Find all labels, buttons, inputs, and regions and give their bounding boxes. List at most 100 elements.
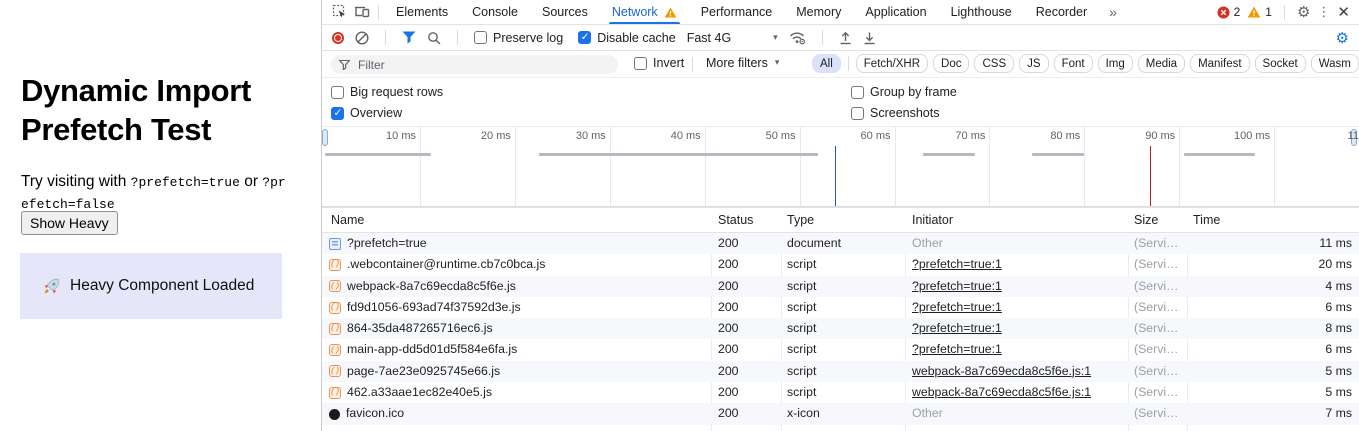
warning-icon — [664, 7, 677, 18]
initiator-link[interactable]: ?prefetch=true:1 — [912, 257, 1002, 271]
big-request-rows-checkbox[interactable]: Big request rows — [331, 85, 443, 99]
network-request-row[interactable]: ?prefetch=true 200 document Other (Servi… — [322, 233, 1359, 254]
cell-status: 200 — [718, 318, 776, 339]
initiator-link[interactable]: ?prefetch=true:1 — [912, 321, 1002, 335]
import-har-icon[interactable] — [839, 31, 852, 45]
cell-name: webpack-8a7c69ecda8c5f6e.js — [329, 276, 704, 297]
checkbox[interactable] — [851, 86, 864, 99]
checkbox[interactable] — [331, 86, 344, 99]
filter-chip-socket[interactable]: Socket — [1255, 54, 1306, 73]
device-toolbar-icon[interactable] — [351, 2, 373, 22]
page-title: Dynamic Import Prefetch Test — [21, 71, 293, 149]
checkbox[interactable] — [851, 107, 864, 120]
network-settings-gear-icon[interactable]: ⚙ — [1336, 29, 1349, 47]
export-har-icon[interactable] — [863, 31, 876, 45]
cell-time: 11 ms — [1182, 233, 1352, 254]
column-header-size[interactable]: Size — [1134, 208, 1158, 233]
record-network-log-button[interactable] — [332, 32, 344, 44]
checkbox[interactable] — [634, 57, 647, 70]
filter-chip-fetch-xhr[interactable]: Fetch/XHR — [856, 54, 928, 73]
throttling-select[interactable]: Fast 4G ▾ — [687, 31, 778, 45]
column-header-time[interactable]: Time — [1193, 208, 1220, 233]
tab-console[interactable]: Console — [460, 0, 530, 24]
divider — [848, 56, 849, 71]
clear-network-log-icon[interactable] — [355, 31, 369, 45]
group-by-frame-checkbox[interactable]: Group by frame — [851, 85, 957, 99]
tab-sources[interactable]: Sources — [530, 0, 600, 24]
column-header-type[interactable]: Type — [787, 208, 814, 233]
script-icon — [329, 344, 341, 356]
cell-status: 200 — [718, 233, 776, 254]
cell-type: script — [787, 276, 899, 297]
tab-elements[interactable]: Elements — [384, 0, 460, 24]
overview-activity-bar — [539, 153, 819, 156]
disable-cache-checkbox[interactable]: Disable cache — [578, 31, 676, 45]
checkbox[interactable] — [578, 31, 591, 44]
tab-lighthouse[interactable]: Lighthouse — [939, 0, 1024, 24]
cell-name: 462.a33aae1ec82e40e5.js — [329, 382, 704, 403]
initiator-link[interactable]: ?prefetch=true:1 — [912, 342, 1002, 356]
invert-checkbox[interactable]: Invert — [634, 56, 684, 70]
filter-input[interactable] — [356, 57, 586, 73]
network-request-row[interactable]: fd9d1056-693ad74f37592d3e.js 200 script … — [322, 297, 1359, 318]
chevron-down-icon: ▾ — [773, 33, 778, 43]
screenshots-checkbox[interactable]: Screenshots — [851, 106, 939, 120]
cell-initiator: Other — [912, 403, 1122, 424]
error-badge[interactable]: 2 — [1217, 5, 1241, 19]
filter-chip-font[interactable]: Font — [1054, 54, 1093, 73]
table-rows: ?prefetch=true 200 document Other (Servi… — [322, 233, 1359, 425]
cell-initiator: webpack-8a7c69ecda8c5f6e.js:1 — [912, 361, 1122, 382]
preserve-log-checkbox[interactable]: Preserve log — [474, 31, 563, 45]
filter-chip-media[interactable]: Media — [1138, 54, 1185, 73]
tab-memory[interactable]: Memory — [784, 0, 853, 24]
divider — [385, 30, 386, 45]
inspect-element-icon[interactable] — [329, 2, 351, 22]
filter-chip-img[interactable]: Img — [1098, 54, 1133, 73]
network-request-row[interactable]: 462.a33aae1ec82e40e5.js 200 script webpa… — [322, 382, 1359, 403]
show-heavy-button[interactable]: Show Heavy — [21, 211, 118, 235]
filter-chip-doc[interactable]: Doc — [933, 54, 969, 73]
column-header-name[interactable]: Name — [331, 208, 364, 233]
filter-input-pill[interactable] — [331, 55, 618, 74]
initiator-link[interactable]: webpack-8a7c69ecda8c5f6e.js:1 — [912, 385, 1091, 399]
more-filters-button[interactable]: More filters ▾ — [706, 56, 779, 70]
network-request-row[interactable]: .webcontainer@runtime.cb7c0bca.js 200 sc… — [322, 254, 1359, 275]
checkbox[interactable] — [474, 31, 487, 44]
cell-status: 200 — [718, 403, 776, 424]
filter-chip-all[interactable]: All — [812, 54, 841, 73]
initiator-link[interactable]: ?prefetch=true:1 — [912, 279, 1002, 293]
network-request-row[interactable]: 864-35da487265716ec6.js 200 script ?pref… — [322, 318, 1359, 339]
network-request-row[interactable]: webpack-8a7c69ecda8c5f6e.js 200 script ?… — [322, 276, 1359, 297]
close-devtools-icon[interactable]: ✕ — [1337, 3, 1350, 21]
tab-performance[interactable]: Performance — [689, 0, 785, 24]
checkbox[interactable] — [331, 107, 344, 120]
column-header-status[interactable]: Status — [718, 208, 753, 233]
more-tabs-button[interactable]: » — [1099, 4, 1127, 20]
network-overview-timeline[interactable]: 10 ms20 ms30 ms40 ms50 ms60 ms70 ms80 ms… — [322, 127, 1359, 207]
settings-gear-icon[interactable]: ⚙ — [1297, 5, 1310, 20]
filter-chip-wasm[interactable]: Wasm — [1311, 54, 1359, 73]
filter-chip-manifest[interactable]: Manifest — [1190, 54, 1249, 73]
initiator-link[interactable]: ?prefetch=true:1 — [912, 300, 1002, 314]
tab-application[interactable]: Application — [853, 0, 938, 24]
page-paragraph: Try visiting with ?prefetch=true or ?pre… — [21, 171, 291, 215]
network-request-row[interactable]: favicon.ico 200 x-icon Other (Servi… 7 m… — [322, 403, 1359, 424]
devtools-panel: ElementsConsoleSourcesNetworkPerformance… — [321, 0, 1359, 431]
cell-type: script — [787, 339, 899, 360]
filter-chip-css[interactable]: CSS — [974, 54, 1014, 73]
kebab-menu-icon[interactable]: ⋮ — [1317, 5, 1330, 20]
filter-toggle-icon[interactable] — [402, 31, 416, 44]
network-conditions-icon[interactable] — [789, 31, 806, 45]
cell-type: script — [787, 361, 899, 382]
column-header-initiator[interactable]: Initiator — [912, 208, 953, 233]
overview-left-handle[interactable] — [322, 129, 328, 146]
filter-chip-js[interactable]: JS — [1019, 54, 1048, 73]
overview-checkbox[interactable]: Overview — [331, 106, 402, 120]
network-request-row[interactable]: page-7ae23e0925745e66.js 200 script webp… — [322, 361, 1359, 382]
tab-recorder[interactable]: Recorder — [1024, 0, 1099, 24]
network-request-row[interactable]: main-app-dd5d01d5f584e6fa.js 200 script … — [322, 339, 1359, 360]
tab-network[interactable]: Network — [600, 0, 689, 24]
search-icon[interactable] — [427, 31, 441, 45]
initiator-link[interactable]: webpack-8a7c69ecda8c5f6e.js:1 — [912, 364, 1091, 378]
warning-badge[interactable]: 1 — [1247, 5, 1272, 19]
